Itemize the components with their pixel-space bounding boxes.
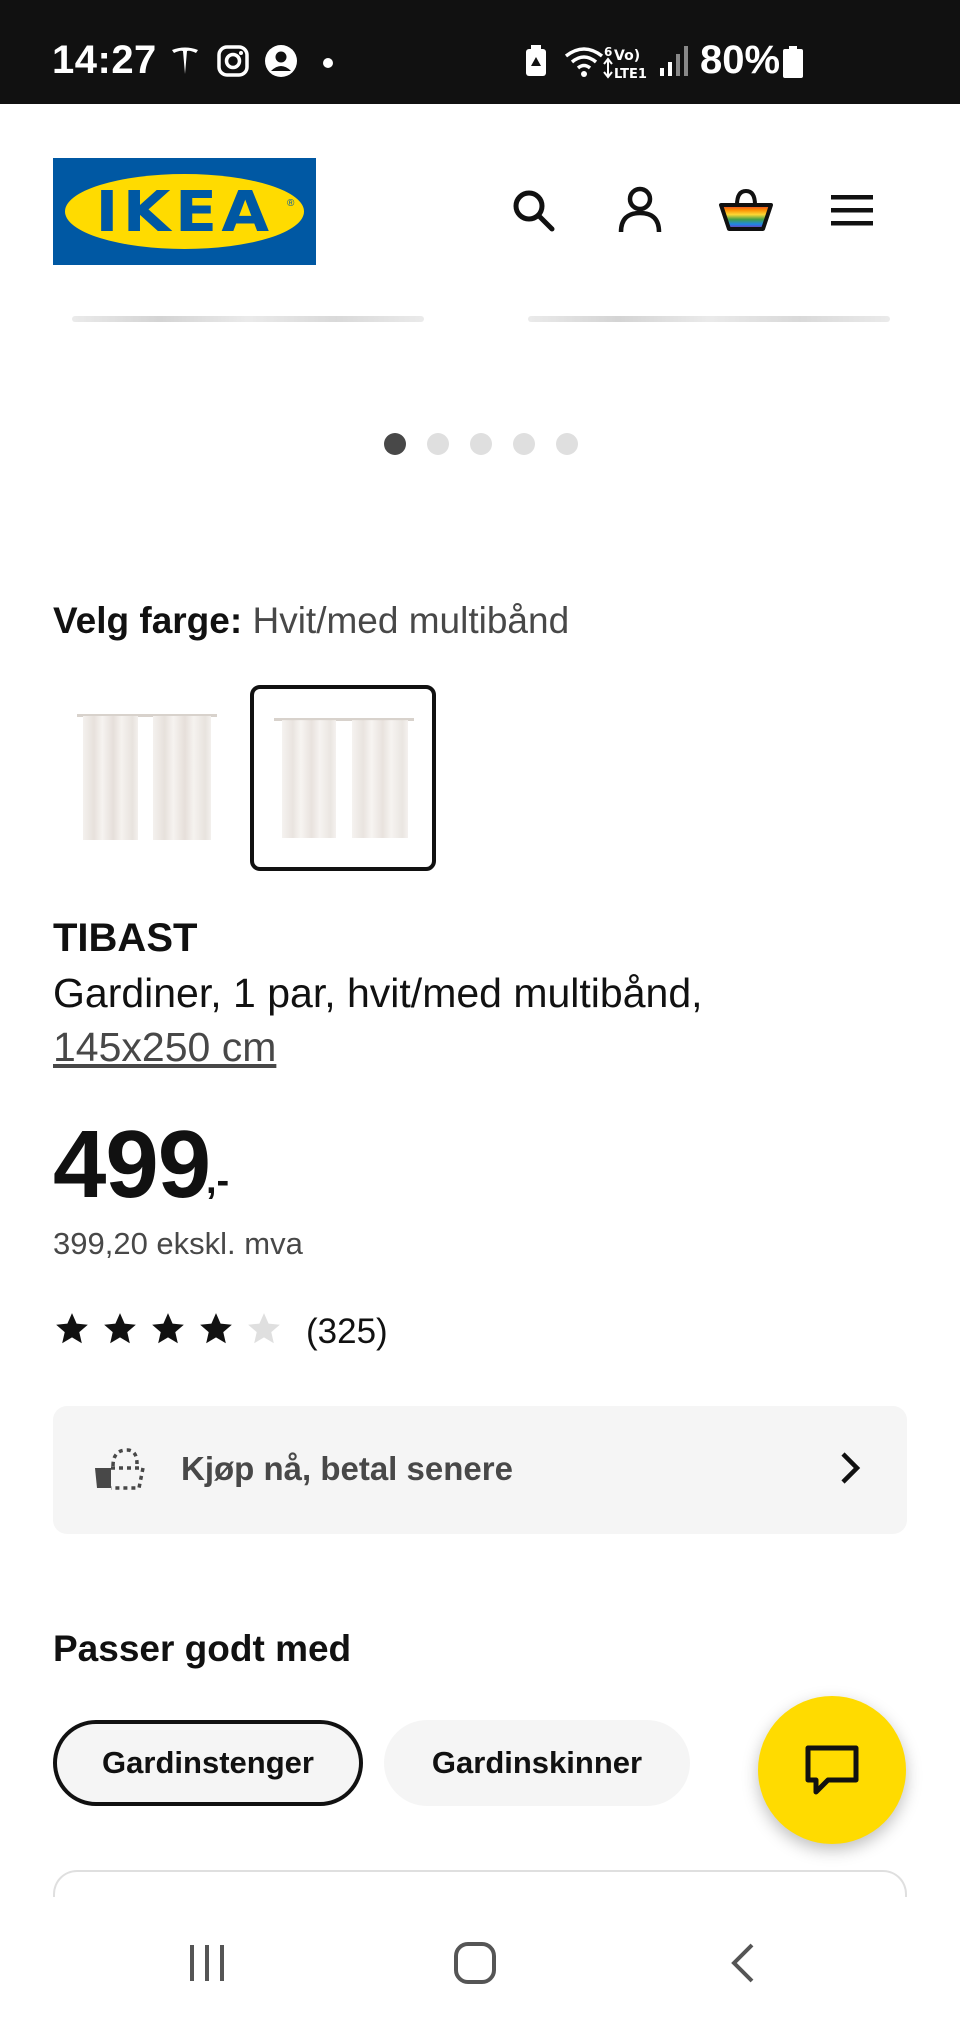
site-header: IKEA ® bbox=[0, 104, 960, 314]
blurred-content bbox=[528, 316, 890, 322]
star-filled-icon bbox=[53, 1310, 91, 1353]
curtain-panel bbox=[153, 716, 211, 840]
review-count[interactable]: (325) bbox=[306, 1312, 388, 1352]
product-price: 499 bbox=[53, 1111, 211, 1218]
home-icon[interactable] bbox=[445, 1933, 505, 1993]
star-filled-icon bbox=[101, 1310, 139, 1353]
basket-icon[interactable] bbox=[716, 180, 776, 240]
account-icon[interactable] bbox=[610, 180, 670, 240]
curtain-panel bbox=[282, 720, 336, 838]
chat-bubble-icon bbox=[805, 1745, 859, 1795]
product-desc-text: Gardiner, 1 par, hvit/med multibånd, bbox=[53, 970, 703, 1016]
product-name: TIBAST bbox=[53, 916, 198, 960]
instagram-icon bbox=[216, 44, 250, 83]
status-bar: 14:27 6 Vo) LTE1 80% bbox=[0, 0, 960, 104]
signal-icon bbox=[658, 44, 690, 83]
ikea-logo[interactable]: IKEA ® bbox=[53, 158, 316, 265]
goes-well-with-title: Passer godt med bbox=[53, 1628, 352, 1669]
buy-now-pay-later-button[interactable]: Kjøp nå, betal senere bbox=[53, 1406, 907, 1534]
status-time: 14:27 bbox=[52, 38, 157, 82]
color-selected-value: Hvit/med multibånd bbox=[252, 600, 570, 641]
svg-text:LTE1: LTE1 bbox=[614, 67, 647, 80]
bnpl-label: Kjøp nå, betal senere bbox=[181, 1450, 513, 1487]
svg-text:Vo): Vo) bbox=[614, 48, 640, 64]
svg-text:6: 6 bbox=[604, 45, 612, 59]
star-filled-icon bbox=[197, 1310, 235, 1353]
carousel-dot[interactable] bbox=[556, 433, 578, 455]
pill-gardinskinner[interactable]: Gardinskinner bbox=[384, 1720, 690, 1806]
wifi-6-icon: 6 bbox=[564, 44, 614, 85]
recents-icon[interactable] bbox=[177, 1933, 237, 1993]
carousel-dot[interactable] bbox=[384, 433, 406, 455]
curtain-panel bbox=[83, 716, 138, 840]
carousel-dot[interactable] bbox=[427, 433, 449, 455]
pill-gardinstenger[interactable]: Gardinstenger bbox=[53, 1720, 363, 1806]
carousel-dot[interactable] bbox=[513, 433, 535, 455]
color-swatch-1[interactable] bbox=[53, 685, 239, 871]
menu-icon[interactable] bbox=[822, 180, 882, 240]
star-empty-icon bbox=[245, 1310, 283, 1353]
curtain-panel bbox=[352, 720, 408, 838]
logo-text: IKEA bbox=[95, 180, 274, 245]
carousel-dot[interactable] bbox=[470, 433, 492, 455]
back-icon[interactable] bbox=[714, 1933, 774, 1993]
battery-saver-icon bbox=[522, 44, 550, 83]
chevron-right-icon bbox=[837, 1448, 863, 1493]
account-circle-icon bbox=[264, 44, 298, 83]
battery-icon bbox=[782, 46, 804, 83]
tesla-icon bbox=[168, 44, 202, 83]
logo-registered-mark: ® bbox=[287, 198, 295, 209]
chat-button[interactable] bbox=[758, 1696, 906, 1844]
dot-icon bbox=[322, 56, 334, 74]
color-swatch-2-selected[interactable] bbox=[250, 685, 436, 871]
search-icon[interactable] bbox=[503, 180, 563, 240]
blurred-content bbox=[72, 316, 424, 322]
system-nav-bar bbox=[0, 1897, 960, 2027]
color-picker-label: Velg farge: Hvit/med multibånd bbox=[53, 600, 569, 642]
installments-icon bbox=[91, 1446, 147, 1499]
product-size-link[interactable]: 145x250 cm bbox=[53, 1024, 276, 1070]
price-ex-vat: 399,20 ekskl. mva bbox=[53, 1226, 303, 1261]
carousel-indicator[interactable] bbox=[384, 433, 578, 455]
color-label-title: Velg farge: bbox=[53, 600, 243, 641]
price-suffix: ,- bbox=[206, 1160, 230, 1202]
rating-stars[interactable] bbox=[53, 1310, 283, 1353]
product-description: Gardiner, 1 par, hvit/med multibånd, 145… bbox=[53, 966, 873, 1074]
star-filled-icon bbox=[149, 1310, 187, 1353]
volte-lte1-icon: Vo) LTE1 bbox=[614, 46, 654, 85]
battery-percent: 80% bbox=[700, 38, 781, 82]
